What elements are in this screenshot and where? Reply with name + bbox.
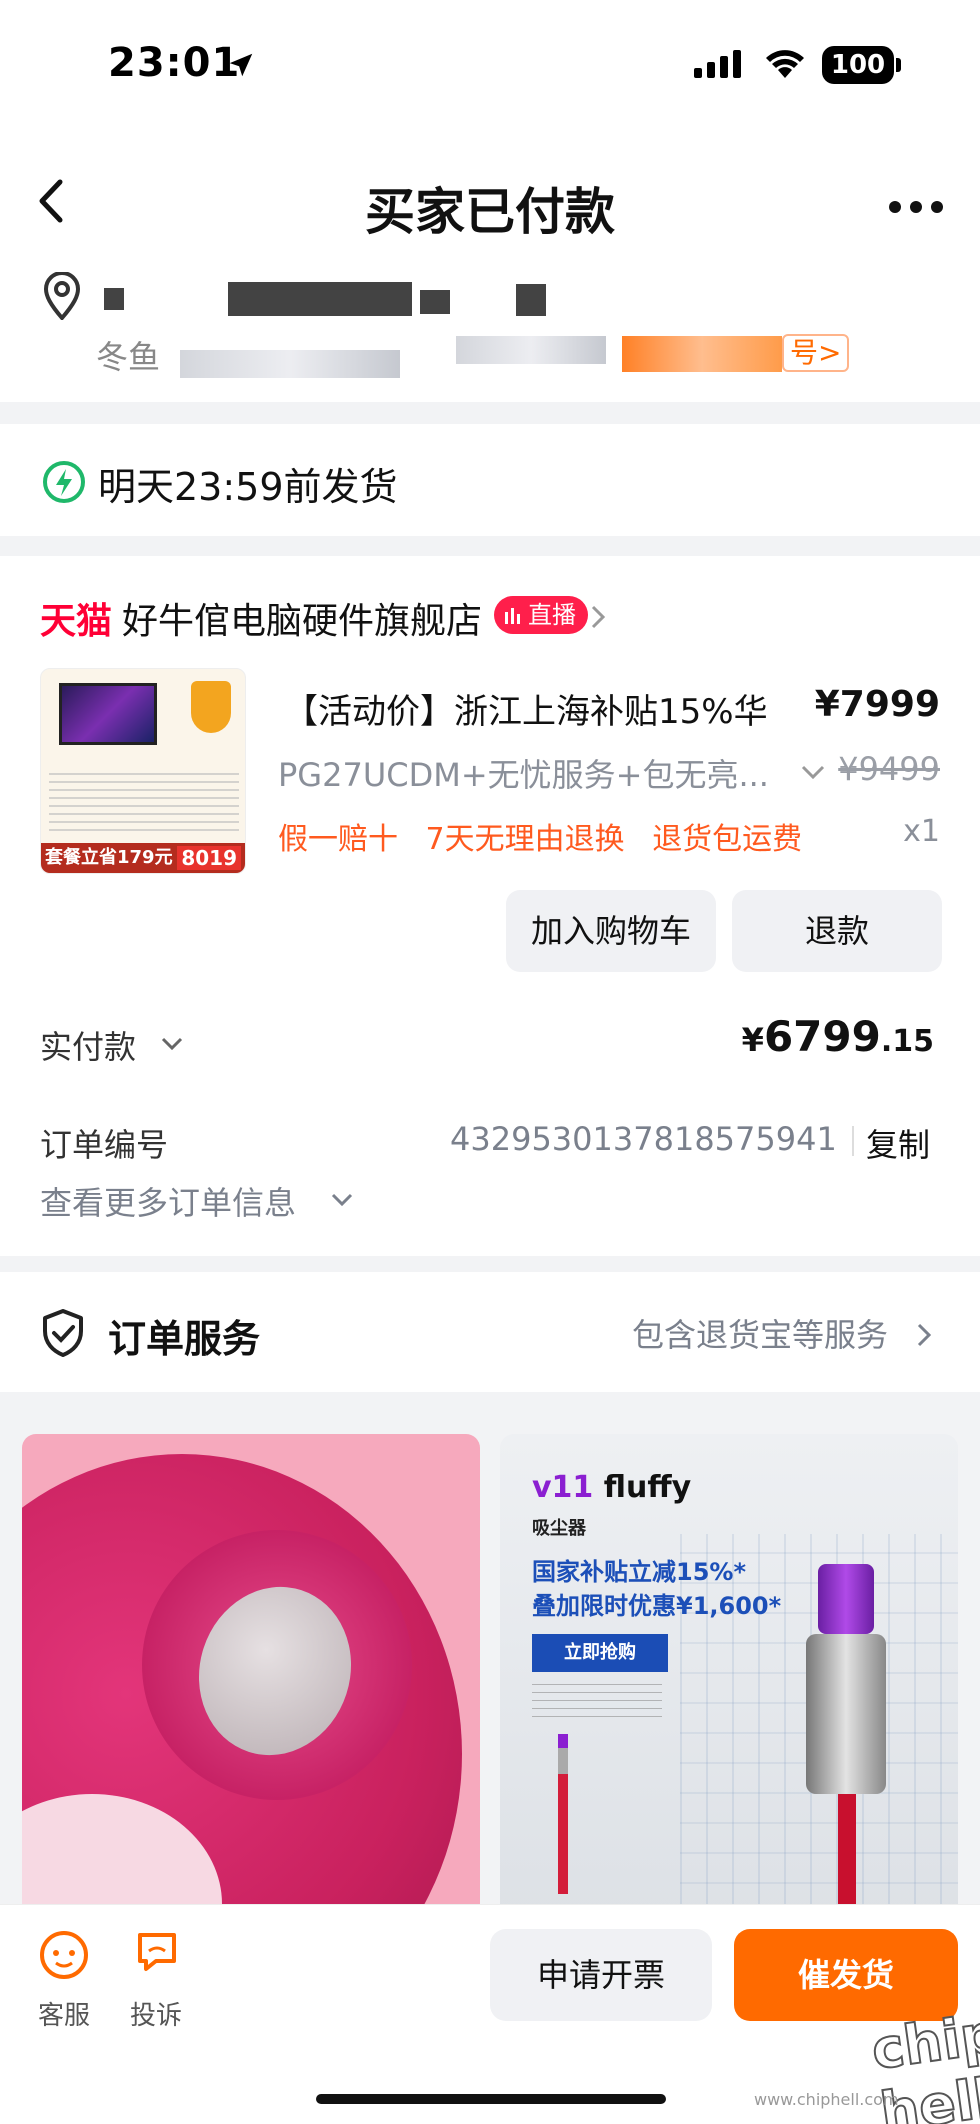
thumb-monitor (59, 683, 157, 745)
redacted-detail (456, 336, 606, 364)
guarantee-tag: 假一赔十 (278, 822, 398, 857)
watermark-text: www.chiphell.com (754, 2090, 899, 2109)
customer-service-label[interactable]: 客服 (38, 1995, 90, 2032)
copy-button[interactable]: 复制 (866, 1120, 930, 1166)
order-service-card[interactable]: 订单服务 包含退货宝等服务 (0, 1272, 980, 1392)
paid-currency: ¥ (741, 1021, 764, 1059)
nav-bar: 买家已付款 (0, 120, 980, 260)
order-service-title: 订单服务 (108, 1317, 261, 1361)
shield-check-icon (43, 1309, 83, 1357)
home-indicator[interactable] (316, 2094, 666, 2104)
ad-brand-model: v11 (532, 1470, 594, 1505)
tmall-logo: 天猫 (40, 601, 113, 642)
location-arrow-icon (229, 53, 253, 77)
product-price: ¥7999 (814, 684, 940, 725)
redacted-name (104, 288, 124, 310)
address-detail-prefix: 冬鱼 (96, 338, 161, 376)
thumb-promo-price: 8019 (177, 846, 241, 870)
complaint-label[interactable]: 投诉 (130, 1995, 182, 2032)
complaint-icon[interactable] (134, 1929, 180, 1975)
battery-indicator: 100 (822, 46, 894, 84)
shop-name[interactable]: 好牛倌电脑硬件旗舰店 (122, 592, 482, 644)
thumb-fine-print (49, 773, 239, 837)
customer-service-icon[interactable] (38, 1929, 90, 1981)
guarantee-tag: 7天无理由退换 (425, 822, 625, 857)
more-order-info-link[interactable]: 查看更多订单信息 (40, 1178, 296, 1224)
ad-subsidy-text: 国家补贴立减15%* (532, 1558, 746, 1586)
ad-fine-print (532, 1684, 662, 1718)
guarantee-tag: 退货包运费 (652, 822, 803, 857)
order-number: 4329530137818575941 (450, 1120, 837, 1158)
redacted-address (516, 284, 546, 316)
paid-integer: 6799 (763, 1012, 881, 1061)
chevron-down-icon[interactable] (800, 764, 826, 780)
ad-brand-name: fluffy (593, 1470, 692, 1505)
paid-amount: ¥6799.15 (742, 1012, 934, 1061)
ad-discount-text: 叠加限时优惠¥1,600* (532, 1592, 782, 1620)
redacted-address (420, 290, 450, 314)
product-title[interactable]: 【活动价】浙江上海补贴15%华 (284, 684, 768, 733)
request-invoice-button[interactable]: 申请开票 (490, 1929, 712, 2021)
lightning-bolt-icon (43, 461, 85, 503)
live-badge-label: 直播 (528, 601, 576, 629)
product-quantity: x1 (903, 814, 940, 849)
chevron-right-icon[interactable] (590, 604, 606, 630)
product-guarantee-tags: 假一赔十 7天无理由退换 退货包运费 (278, 814, 820, 858)
product-thumbnail[interactable]: 套餐立省179元 8019 (40, 668, 246, 874)
vacuum-cyclone (806, 1634, 886, 1794)
ad-buy-now-button[interactable]: 立即抢购 (532, 1634, 668, 1672)
ad-product-type: 吸尘器 (532, 1518, 586, 1539)
product-spec[interactable]: PG27UCDM+无忧服务+包无亮... (278, 750, 769, 796)
paid-amount-label[interactable]: 实付款 (40, 1022, 136, 1068)
shipping-deadline-text: 明天23:59前发货 (98, 465, 398, 509)
vacuum-bin (818, 1564, 874, 1634)
divider (852, 1126, 854, 1156)
location-pin-icon (43, 272, 81, 320)
thumb-warranty-badge (191, 681, 231, 733)
chevron-down-icon[interactable] (160, 1036, 184, 1052)
battery-tip (896, 58, 901, 72)
more-options-icon[interactable] (888, 200, 944, 214)
vacuum-image (800, 1564, 896, 1914)
wifi-icon (766, 50, 804, 78)
paid-decimal: .15 (880, 1024, 934, 1059)
ad-brand: v11 fluffy (532, 1470, 691, 1505)
vacuum-mini-image (558, 1734, 568, 1894)
live-bars-icon (505, 608, 520, 624)
redacted-tracking (622, 336, 782, 372)
page-title: 买家已付款 (365, 183, 615, 241)
original-price: ¥9499 (838, 750, 940, 788)
ad-banner-plush[interactable] (22, 1434, 480, 1914)
refund-button[interactable]: 退款 (732, 890, 942, 972)
chevron-down-icon[interactable] (330, 1192, 354, 1208)
chevron-right-icon[interactable] (916, 1322, 932, 1348)
vacuum-wand (838, 1794, 856, 1914)
order-number-label: 订单编号 (40, 1126, 169, 1164)
redacted-address (228, 282, 412, 316)
ad-banner-vacuum[interactable]: v11 fluffy 吸尘器 国家补贴立减15%* 叠加限时优惠¥1,600* … (500, 1434, 958, 1914)
status-bar: 23:01 100 (0, 0, 980, 120)
address-tag: 号> (782, 334, 850, 372)
address-card[interactable]: 冬鱼 号> (0, 260, 980, 402)
order-service-link[interactable]: 包含退货宝等服务 (632, 1310, 888, 1356)
add-to-cart-button[interactable]: 加入购物车 (506, 890, 716, 972)
rush-shipping-button[interactable]: 催发货 (734, 1929, 958, 2021)
shipping-deadline-card: 明天23:59前发货 (0, 424, 980, 536)
order-card: 天猫 好牛倌电脑硬件旗舰店 直播 套餐立省179元 8019 【活动价】浙江上海… (0, 556, 980, 1256)
status-time: 23:01 (108, 40, 241, 86)
redacted-detail (180, 350, 400, 378)
live-badge[interactable]: 直播 (494, 596, 588, 634)
cellular-signal-icon (694, 50, 741, 78)
